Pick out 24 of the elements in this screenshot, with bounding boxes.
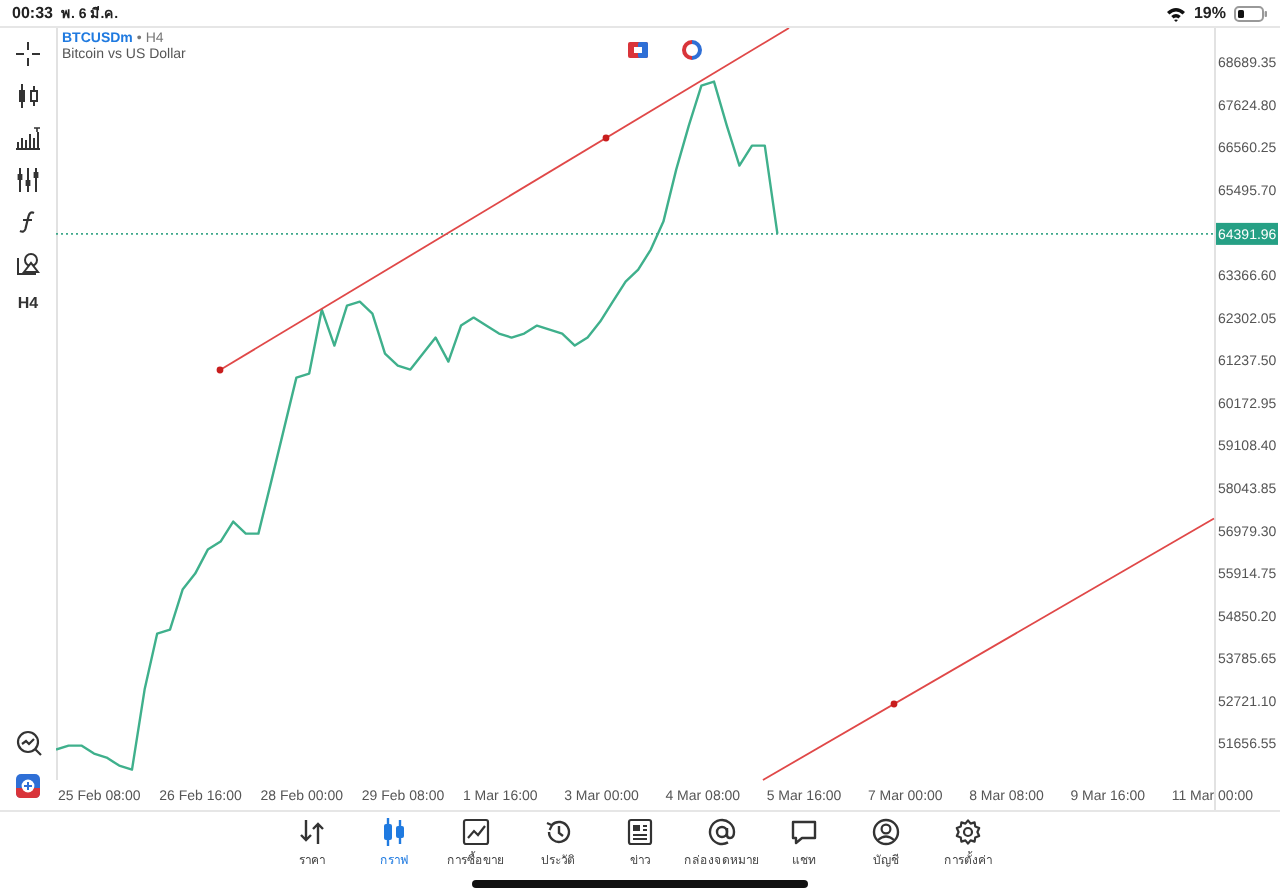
candlestick-icon[interactable] [16, 84, 40, 108]
app-logo-icon[interactable] [16, 774, 40, 798]
at-sign-icon [708, 818, 736, 846]
sliders-icon[interactable] [16, 168, 40, 192]
candlestick-icon [380, 818, 408, 846]
bar-chart-icon[interactable] [16, 126, 40, 150]
sort-arrows-icon [298, 818, 326, 846]
wifi-icon [1165, 5, 1186, 21]
trade-icon[interactable] [628, 42, 648, 58]
newspaper-icon [626, 818, 654, 846]
line-chart-icon [462, 818, 490, 846]
battery-percent: 19% [1193, 4, 1226, 22]
chat-icon [790, 818, 818, 846]
status-time: 00:33 [12, 4, 53, 22]
battery-icon [1234, 5, 1268, 21]
crosshair-icon[interactable] [16, 42, 40, 66]
chart-search-icon[interactable] [15, 730, 41, 756]
person-icon [872, 818, 900, 846]
settings-icon [954, 818, 982, 846]
timeframe-button[interactable]: H4 [17, 294, 39, 312]
history-icon [544, 818, 572, 846]
function-icon[interactable] [16, 210, 40, 234]
ring-icon[interactable] [682, 40, 702, 60]
shapes-icon[interactable] [16, 252, 40, 276]
